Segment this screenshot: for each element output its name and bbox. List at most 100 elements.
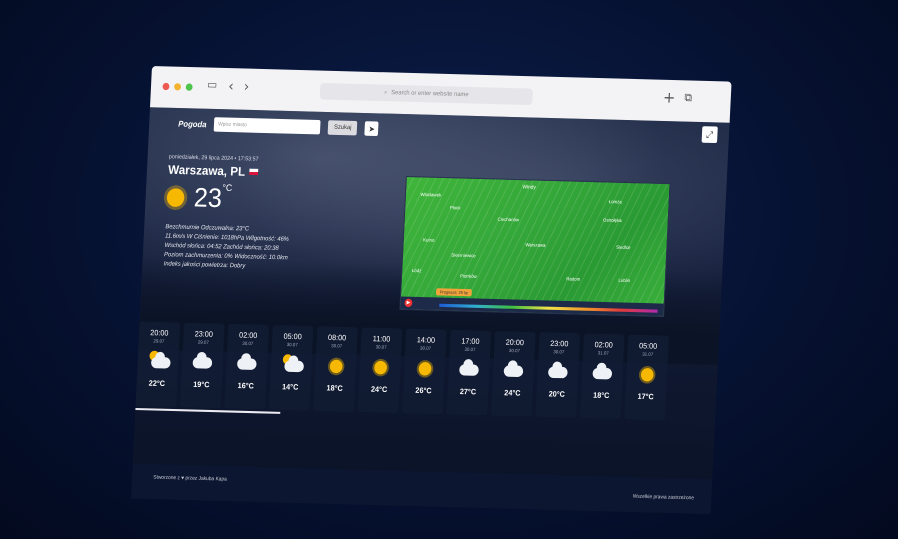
forecast-time: 02:00 — [594, 339, 614, 350]
city-name: Warszawa, PL — [167, 162, 246, 179]
sidebar-icon[interactable]: ▭ — [207, 78, 218, 92]
address-placeholder: Search or enter website name — [391, 89, 469, 99]
forecast-icon — [448, 356, 490, 384]
forecast-card[interactable]: 02:00 31.07 18°C — [579, 333, 625, 419]
forecast-temp: 26°C — [415, 385, 432, 396]
forecast-card[interactable]: 05:00 30.07 14°C — [268, 325, 314, 411]
forecast-temp: 20°C — [548, 389, 566, 399]
city-search-input[interactable]: Wpisz miasto — [213, 117, 321, 135]
cloud-icon — [192, 356, 213, 369]
forecast-card[interactable]: 11:00 30.07 24°C — [357, 327, 403, 413]
forecast-time: 05:00 — [283, 331, 302, 342]
forecast-temp: 14°C — [281, 382, 299, 392]
forecast-icon — [581, 359, 623, 387]
play-icon[interactable]: ▶ — [404, 298, 413, 308]
sun-icon — [417, 361, 432, 376]
forecast-icon — [404, 354, 446, 382]
poland-flag-icon — [248, 168, 258, 176]
forecast-date: 29.07 — [197, 339, 209, 345]
forecast-temp: 16°C — [237, 380, 255, 391]
map-label: Włocławek — [420, 191, 442, 198]
forecast-icon — [315, 352, 357, 380]
sun-icon — [373, 360, 387, 374]
partly-sunny-icon — [147, 350, 171, 372]
color-scale — [439, 303, 658, 313]
forecast-date: 30.07 — [553, 349, 565, 355]
partly-sunny-icon — [280, 354, 305, 375]
forecast-temp: 27°C — [459, 386, 477, 397]
forecast-icon — [181, 348, 223, 376]
sun-icon — [166, 187, 185, 207]
forecast-time: 23:00 — [549, 338, 569, 349]
temperature-unit: °C — [222, 182, 233, 193]
cloud-icon — [503, 364, 524, 377]
weather-details: Bezchmurnie Odczuwalna: 23°C 11.6m/s W C… — [163, 223, 290, 273]
new-tab-icon[interactable]: + — [663, 88, 676, 107]
lock-icon: ⌕ — [383, 89, 388, 96]
back-icon[interactable]: ‹ — [228, 78, 234, 95]
forecast-temp: 18°C — [592, 390, 610, 401]
forecast-icon — [626, 360, 668, 388]
forecast-date: 31.07 — [597, 350, 609, 356]
forecast-time: 23:00 — [194, 329, 214, 339]
forecast-time: 08:00 — [327, 332, 347, 343]
close-window-button[interactable] — [162, 82, 170, 91]
fullscreen-icon[interactable]: ⤢ — [701, 126, 718, 144]
forecast-icon — [226, 350, 268, 378]
screenshot-stage: ▭ ‹ › ⌕ Search or enter website name + ⧉… — [0, 0, 898, 539]
forecast-date: 30.07 — [286, 341, 298, 348]
temperature-value: 23 — [193, 181, 223, 214]
forecast-time: 14:00 — [416, 335, 436, 345]
forecast-temp: 19°C — [193, 379, 210, 390]
forecast-time: 05:00 — [638, 341, 658, 351]
forecast-card[interactable]: 14:00 30.07 26°C — [402, 328, 447, 415]
search-button[interactable]: Szukaj — [327, 120, 358, 136]
windy-logo: Windy — [522, 184, 536, 191]
app-brand[interactable]: Pogoda — [178, 119, 207, 129]
map-label: Piotrków — [459, 273, 477, 279]
minimize-window-button[interactable] — [174, 83, 182, 91]
forecast-icon — [359, 353, 401, 381]
forecast-date: 30.07 — [420, 345, 432, 351]
cloud-icon — [459, 363, 479, 376]
forecast-card[interactable]: 17:00 30.07 27°C — [446, 329, 492, 416]
map-label: Radom — [566, 276, 581, 282]
weather-page: Pogoda Wpisz miasto Szukaj ➤ ⤢ poniedzia… — [131, 107, 730, 515]
forecast-card[interactable]: 20:00 29.07 22°C — [135, 321, 181, 407]
forecast-time: 11:00 — [372, 333, 391, 344]
forecast-card[interactable]: 23:00 30.07 20°C — [535, 332, 581, 418]
forecast-card[interactable]: 08:00 30.07 18°C — [313, 326, 358, 412]
sun-icon — [640, 367, 654, 382]
map-label: Ostrołęka — [602, 217, 622, 224]
forecast-date: 30.07 — [242, 340, 254, 347]
forecast-date: 31.07 — [642, 351, 654, 357]
forecast-card[interactable]: 05:00 31.07 17°C — [624, 334, 669, 421]
map-label: Siedlce — [616, 244, 631, 251]
sun-icon — [329, 359, 343, 373]
footer-rights: Wszelkie prawa zastrzeżone — [632, 493, 695, 502]
page-footer: Stworzone z ♥ przez Jakuba Kapa Wszelkie… — [131, 463, 713, 515]
forecast-temp: 24°C — [504, 387, 521, 398]
forecast-card[interactable]: 02:00 30.07 16°C — [224, 323, 270, 410]
map-label: Warszawa — [525, 242, 546, 248]
forecast-temp: 17°C — [637, 391, 655, 402]
forward-icon[interactable]: › — [243, 79, 249, 96]
forecast-temp: 22°C — [148, 378, 166, 389]
address-bar[interactable]: ⌕ Search or enter website name — [319, 82, 533, 106]
forecast-card[interactable]: 20:00 30.07 24°C — [490, 331, 536, 417]
forecast-date: 30.07 — [375, 344, 387, 350]
forecast-time: 20:00 — [150, 327, 169, 338]
forecast-date: 29.07 — [153, 338, 165, 344]
forecast-icon — [493, 357, 535, 385]
forecast-temp: 24°C — [370, 384, 388, 395]
forecast-time: 17:00 — [461, 336, 480, 347]
location-arrow-icon[interactable]: ➤ — [364, 121, 379, 137]
hourly-forecast[interactable]: 20:00 29.07 22°C 23:00 29.07 19°C 02:00 30.07 16… — [135, 321, 669, 421]
forecast-card[interactable]: 23:00 29.07 19°C — [179, 322, 225, 409]
cloud-icon — [236, 357, 257, 370]
maximize-window-button[interactable] — [185, 83, 193, 91]
cloud-icon — [592, 367, 613, 380]
tabs-overview-icon[interactable]: ⧉ — [684, 91, 692, 106]
forecast-time-chip[interactable]: Prognoza: 29 lip — [435, 288, 472, 297]
windy-map[interactable]: Windy Płock Włocławek Ciechanów Ostrołęk… — [399, 175, 671, 317]
